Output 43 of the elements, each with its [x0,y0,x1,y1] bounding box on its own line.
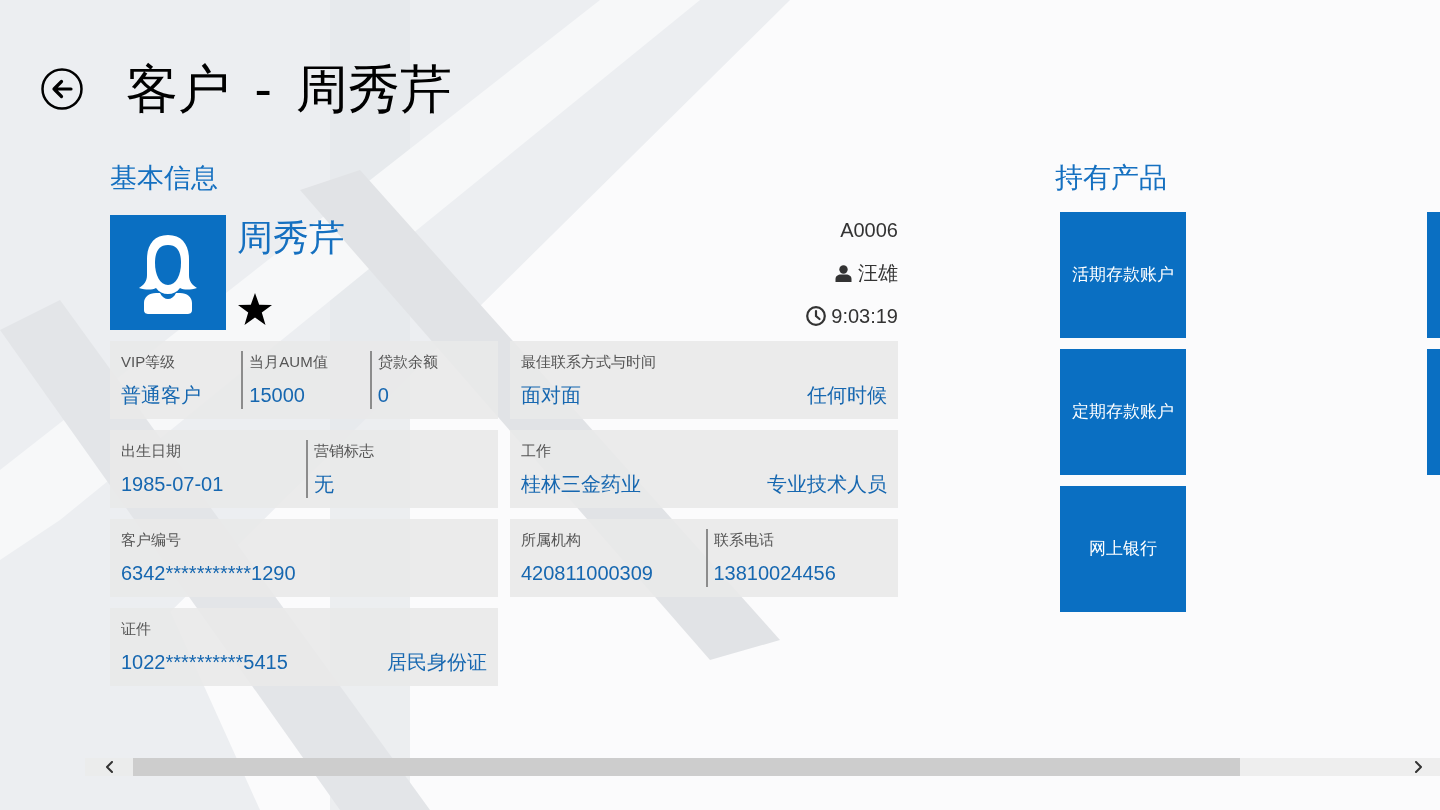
field-label: 贷款余额 [377,352,439,372]
field-value: 任何时候 [807,383,887,408]
field-value: 普通客户 [121,383,202,408]
field-value: 1022**********5415 [121,650,288,675]
person-icon [835,264,852,282]
scrollbar-thumb[interactable] [133,758,1240,776]
horizontal-scrollbar[interactable] [85,758,1440,776]
section-heading: 基本信息 [110,162,218,195]
chevron-left-icon [104,761,114,773]
field-label: 所属机构 [521,530,582,550]
customer-name: 周秀芹 [237,216,345,260]
field-label: 营销标志 [313,441,375,461]
field-value: 13810024456 [713,561,837,586]
field-label: 联系电话 [713,530,775,550]
back-button[interactable] [41,68,83,110]
field-label: 最佳联系方式与时间 [521,352,657,372]
chevron-right-icon [1413,761,1423,773]
field-value: 420811000309 [521,561,654,586]
field-value: 面对面 [521,383,581,408]
field-label: 证件 [121,619,152,639]
manager-name: 汪雄 [858,261,898,286]
time-text: 9:03:19 [831,304,898,329]
field-value: 无 [313,472,335,497]
product-tile[interactable]: 网上银行 [1060,486,1186,612]
page-title: 客户 - 周秀芹 [126,59,453,120]
product-tile[interactable]: 定期存款账户 [1060,349,1186,475]
field-value: 6342***********1290 [121,561,297,586]
field-label: VIP等级 [121,352,177,372]
field-value: 1985-07-01 [121,472,225,497]
customer-code: A0006 [840,218,898,243]
field-value: 专业技术人员 [767,472,887,497]
product-tile[interactable]: 活期存款账户 [1060,212,1186,338]
field-label: 客户编号 [121,530,182,550]
field-value: 15000 [249,383,306,408]
field-label: 出生日期 [121,441,182,461]
section-heading: 持有产品 [1055,161,1168,195]
field-value: 桂林三金药业 [521,472,641,497]
field-value: 居民身份证 [387,650,487,675]
clock-icon [806,306,827,326]
avatar-icon [110,215,226,330]
field-label: 工作 [521,441,552,461]
field-value: 0 [377,383,390,408]
field-label: 当月AUM值 [249,352,329,372]
